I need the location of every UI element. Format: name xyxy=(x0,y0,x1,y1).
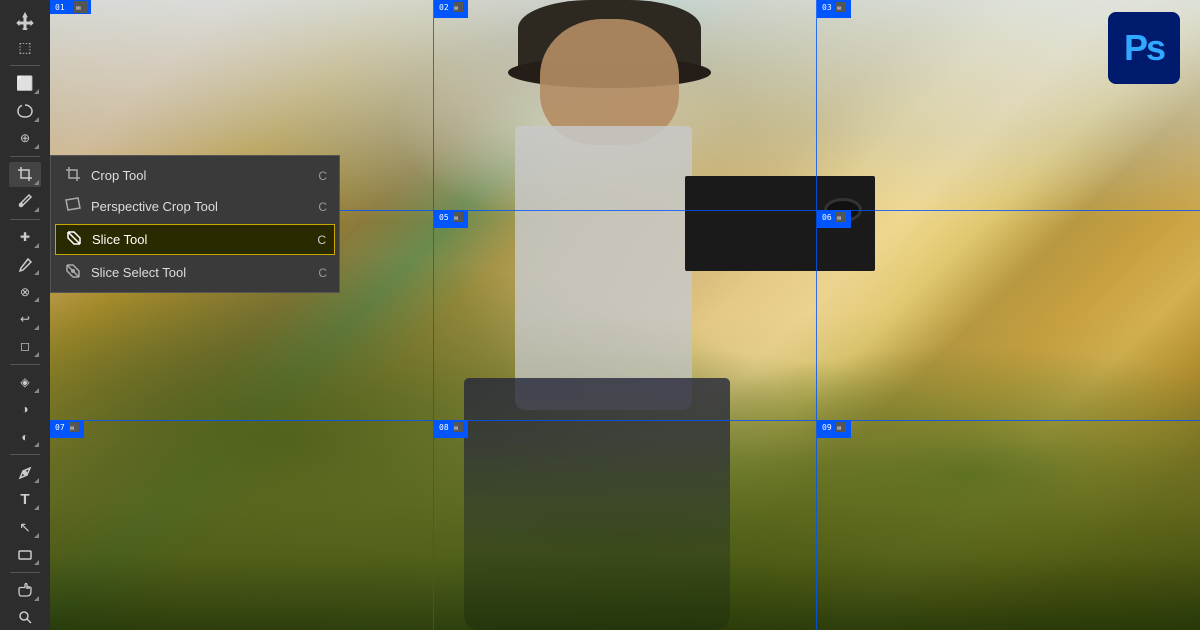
toolbar-separator-1 xyxy=(10,65,40,66)
canvas-area: 01 ✉ 02✉ 03✉ 04✉ 05✉ 06✉ 07✉ xyxy=(50,0,1200,630)
eraser-tool[interactable]: ◻ xyxy=(9,334,41,359)
menu-item-perspective-crop[interactable]: Perspective Crop Tool C xyxy=(51,191,339,222)
camera-lens xyxy=(824,198,862,222)
menu-item-crop-tool[interactable]: Crop Tool C xyxy=(51,160,339,191)
has-more-indicator xyxy=(34,180,39,185)
history-brush-tool[interactable]: ↩ xyxy=(9,306,41,331)
photo-background: 01 ✉ 02✉ 03✉ 04✉ 05✉ 06✉ 07✉ xyxy=(50,0,1200,630)
menu-shortcut-slice-tool: C xyxy=(317,233,326,247)
has-more-indicator xyxy=(34,325,39,330)
shape-tool[interactable] xyxy=(9,542,41,567)
ps-logo-text: Ps xyxy=(1124,27,1164,69)
camera-body xyxy=(685,176,875,271)
toolbar-separator-2 xyxy=(10,156,40,157)
has-more-indicator xyxy=(34,560,39,565)
artboard-tool[interactable]: ⬚ xyxy=(9,35,41,60)
ps-logo: Ps xyxy=(1108,12,1180,84)
slice-select-icon xyxy=(63,263,83,282)
menu-label-crop: Crop Tool xyxy=(91,168,310,183)
toolbar-separator-4 xyxy=(10,364,40,365)
pen-tool[interactable] xyxy=(9,460,41,485)
menu-label-slice-select: Slice Select Tool xyxy=(91,265,310,280)
menu-shortcut-crop: C xyxy=(318,169,327,183)
toolbar: ⬚ ⬜ ⊕ ✚ xyxy=(0,0,50,630)
has-more-indicator xyxy=(34,478,39,483)
has-more-indicator xyxy=(34,270,39,275)
foreground-grass xyxy=(50,441,1200,630)
quick-selection-tool[interactable]: ⊕ xyxy=(9,126,41,151)
has-more-indicator xyxy=(34,596,39,601)
crop-tool-icon xyxy=(63,166,83,185)
type-tool[interactable]: T xyxy=(9,487,41,512)
has-more-indicator xyxy=(34,533,39,538)
eyedropper-tool[interactable] xyxy=(9,189,41,214)
has-more-indicator xyxy=(34,297,39,302)
context-menu: Crop Tool C Perspective Crop Tool C Slic… xyxy=(50,155,340,293)
perspective-crop-icon xyxy=(63,197,83,216)
toolbar-separator-3 xyxy=(10,219,40,220)
has-more-indicator xyxy=(34,243,39,248)
has-more-indicator xyxy=(34,442,39,447)
lasso-tool[interactable] xyxy=(9,98,41,123)
menu-label-perspective-crop: Perspective Crop Tool xyxy=(91,199,310,214)
move-tool[interactable] xyxy=(9,8,41,33)
hand-tool[interactable] xyxy=(9,578,41,603)
toolbar-separator-6 xyxy=(10,572,40,573)
zoom-tool[interactable] xyxy=(9,605,41,630)
has-more-indicator xyxy=(34,388,39,393)
has-more-indicator xyxy=(34,144,39,149)
crop-tool[interactable] xyxy=(9,162,41,187)
has-more-indicator xyxy=(34,89,39,94)
has-more-indicator xyxy=(34,352,39,357)
menu-shortcut-perspective-crop: C xyxy=(318,200,327,214)
menu-shortcut-slice-select: C xyxy=(318,266,327,280)
blur-tool[interactable]: ◑ xyxy=(9,397,41,422)
toolbar-separator-5 xyxy=(10,454,40,455)
slice-tool-icon xyxy=(64,230,84,249)
gradient-tool[interactable]: ◈ xyxy=(9,370,41,395)
has-more-indicator xyxy=(34,505,39,510)
menu-item-slice-tool[interactable]: Slice Tool C xyxy=(55,224,335,255)
dodge-tool[interactable]: ◐ xyxy=(9,424,41,449)
menu-item-slice-select[interactable]: Slice Select Tool C xyxy=(51,257,339,288)
brush-tool[interactable] xyxy=(9,252,41,277)
rectangular-marquee-tool[interactable]: ⬜ xyxy=(9,71,41,96)
path-selection-tool[interactable]: ↖ xyxy=(9,514,41,539)
has-more-indicator xyxy=(34,117,39,122)
has-more-indicator xyxy=(34,207,39,212)
healing-brush-tool[interactable]: ✚ xyxy=(9,225,41,250)
menu-label-slice-tool: Slice Tool xyxy=(92,232,309,247)
clone-stamp-tool[interactable]: ⊗ xyxy=(9,279,41,304)
